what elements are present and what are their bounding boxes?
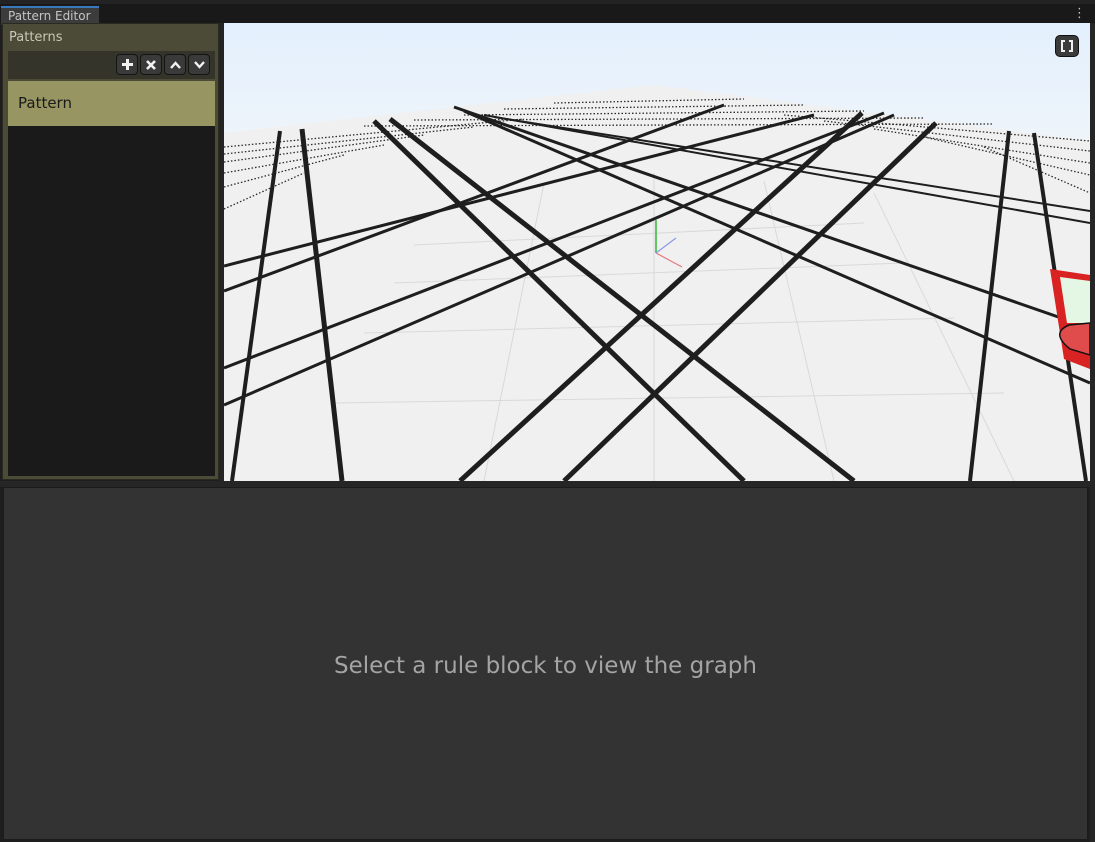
move-up-button[interactable] <box>164 54 186 75</box>
patterns-toolbar <box>8 51 215 79</box>
patterns-panel: Patterns Pattern <box>2 23 219 480</box>
frame-selection-button[interactable] <box>1055 35 1079 57</box>
close-icon <box>146 59 156 70</box>
list-item-pattern[interactable]: Pattern <box>8 81 215 126</box>
scene-grid <box>224 23 1090 481</box>
scene-viewport[interactable] <box>224 23 1090 481</box>
remove-pattern-button[interactable] <box>140 54 162 75</box>
graph-empty-message: Select a rule block to view the graph <box>334 652 757 679</box>
frame-selection-icon <box>1061 40 1073 52</box>
plus-icon <box>121 59 133 70</box>
window-tab-bar: Pattern Editor ⋮ <box>0 0 1095 25</box>
patterns-list: Pattern <box>8 81 215 476</box>
move-down-button[interactable] <box>188 54 210 75</box>
chevron-up-icon <box>169 60 181 69</box>
kebab-menu-icon[interactable]: ⋮ <box>1073 7 1086 22</box>
window-right-edge <box>1090 23 1095 842</box>
chevron-down-icon <box>193 60 205 69</box>
add-pattern-button[interactable] <box>116 54 138 75</box>
patterns-panel-title: Patterns <box>9 30 63 45</box>
rule-graph-area[interactable]: Select a rule block to view the graph <box>3 487 1088 840</box>
